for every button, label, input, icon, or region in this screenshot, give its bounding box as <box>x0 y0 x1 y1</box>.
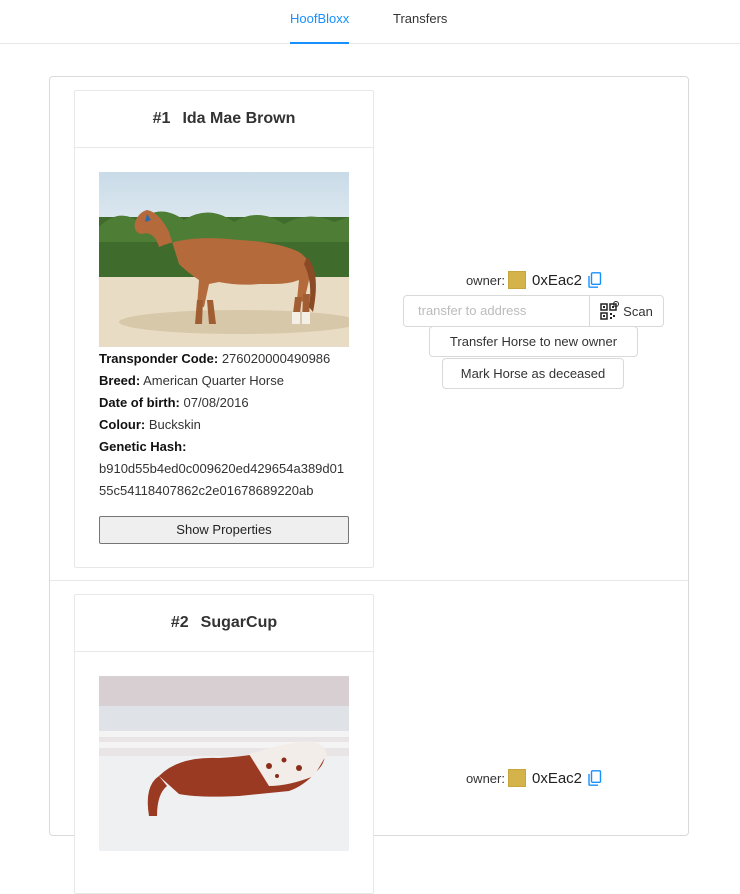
dob-label: Date of birth: <box>99 395 180 410</box>
owner-avatar <box>507 769 526 787</box>
dob-value: 07/08/2016 <box>183 395 249 410</box>
colour-row: Colour: Buckskin <box>99 414 359 436</box>
transfer-address-input[interactable]: transfer to address <box>403 295 591 327</box>
hash-label: Genetic Hash: <box>99 439 187 454</box>
horse-list-panel: #1 Ida Mae Brown Transponder Code: 27602… <box>49 76 689 894</box>
horse-number: #1 <box>152 110 171 127</box>
copy-icon[interactable] <box>588 770 602 786</box>
owner-address: 0xEac2 <box>531 271 583 289</box>
horse-photo <box>99 676 349 851</box>
colour-value: Buckskin <box>148 417 201 432</box>
horse-card-title: #2 SugarCup <box>75 595 373 652</box>
top-navigation: HoofBloxx Transfers <box>0 0 740 44</box>
owner-address: 0xEac2 <box>531 769 583 787</box>
tab-hoofbloxx[interactable]: HoofBloxx <box>290 0 350 44</box>
horse-details: Transponder Code: 276020000490986 Breed:… <box>99 348 359 502</box>
transponder-label: Transponder Code: <box>99 351 219 366</box>
breed-value: American Quarter Horse <box>143 373 284 388</box>
scan-button[interactable]: Scan <box>589 295 664 327</box>
horse-name: SugarCup <box>200 614 278 631</box>
breed-label: Breed: <box>99 373 141 388</box>
owner-line: owner: 0xEac2 <box>403 767 665 789</box>
scan-label: Scan <box>623 303 653 319</box>
owner-avatar <box>507 271 526 289</box>
transfer-horse-button[interactable]: Transfer Horse to new owner <box>429 326 638 357</box>
hash-row: Genetic Hash: <box>99 436 359 458</box>
active-tab-indicator <box>290 42 350 44</box>
transponder-row: Transponder Code: 276020000490986 <box>99 348 359 370</box>
tab-transfers[interactable]: Transfers <box>393 0 447 44</box>
copy-icon[interactable] <box>588 272 602 288</box>
horse-card-title: #1 Ida Mae Brown <box>75 91 373 148</box>
hash-value: b910d55b4ed0c009620ed429654a389d0155c541… <box>99 461 345 498</box>
mark-deceased-button[interactable]: Mark Horse as deceased <box>442 358 624 389</box>
dob-row: Date of birth: 07/08/2016 <box>99 392 359 414</box>
horse-card: #1 Ida Mae Brown Transponder Code: 27602… <box>74 90 374 568</box>
horse-name: Ida Mae Brown <box>182 110 296 127</box>
owner-label: owner: <box>465 770 505 786</box>
qr-code-icon <box>600 301 620 321</box>
tab-transfers-label: Transfers <box>393 11 448 26</box>
show-properties-button[interactable]: Show Properties <box>99 516 349 544</box>
tab-hoofbloxx-label: HoofBloxx <box>290 11 350 26</box>
colour-label: Colour: <box>99 417 146 432</box>
transponder-value: 276020000490986 <box>221 351 331 366</box>
horse-photo <box>99 172 349 347</box>
horse-card: #2 SugarCup <box>74 594 374 894</box>
breed-row: Breed: American Quarter Horse <box>99 370 359 392</box>
owner-line: owner: 0xEac2 <box>403 269 665 291</box>
horse-number: #2 <box>170 614 189 631</box>
row-divider <box>50 580 688 581</box>
owner-label: owner: <box>465 272 505 288</box>
